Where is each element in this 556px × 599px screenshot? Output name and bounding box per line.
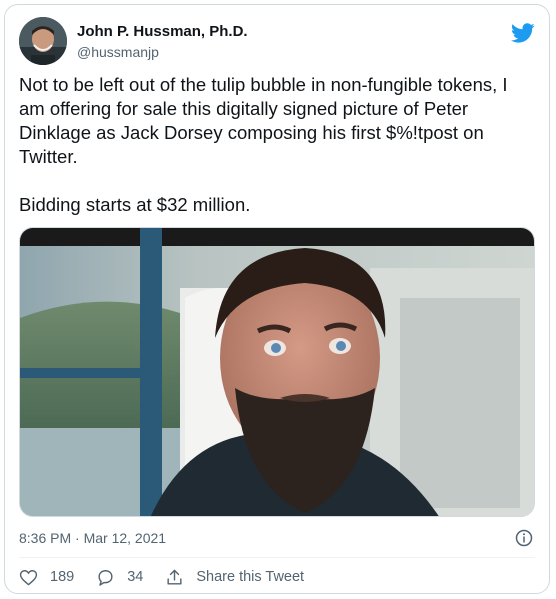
author-info[interactable]: John P. Hussman, Ph.D. @hussmanjp	[77, 23, 248, 61]
share-button[interactable]: Share this Tweet	[165, 568, 304, 587]
tweet-media-photo[interactable]	[19, 227, 535, 517]
tweet-actions: 189 34 Share this Tweet	[19, 565, 535, 589]
like-button[interactable]: 189	[19, 568, 74, 587]
divider	[19, 557, 535, 558]
share-label: Share this Tweet	[196, 569, 305, 585]
timestamp-row: 8:36 PM · Mar 12, 2021	[19, 527, 535, 549]
tweet-timestamp[interactable]: 8:36 PM · Mar 12, 2021	[19, 530, 166, 546]
tweet-text: Not to be left out of the tulip bubble i…	[19, 74, 508, 215]
like-count: 189	[50, 569, 75, 585]
tweet-card[interactable]: John P. Hussman, Ph.D. @hussmanjp Not to…	[4, 4, 550, 594]
twitter-bird-icon[interactable]	[511, 21, 535, 45]
info-icon[interactable]	[515, 529, 533, 547]
reply-count: 34	[127, 569, 144, 585]
tweet-header: John P. Hussman, Ph.D. @hussmanjp	[19, 17, 535, 67]
avatar-photo	[19, 17, 67, 65]
share-icon	[167, 569, 182, 585]
media-image	[20, 228, 534, 516]
author-handle[interactable]: @hussmanjp	[77, 43, 248, 61]
reply-button[interactable]: 34	[96, 568, 143, 587]
author-display-name[interactable]: John P. Hussman, Ph.D.	[77, 23, 248, 41]
reply-bubble-icon	[98, 569, 113, 586]
author-avatar[interactable]	[19, 17, 67, 65]
heart-icon	[19, 569, 38, 586]
